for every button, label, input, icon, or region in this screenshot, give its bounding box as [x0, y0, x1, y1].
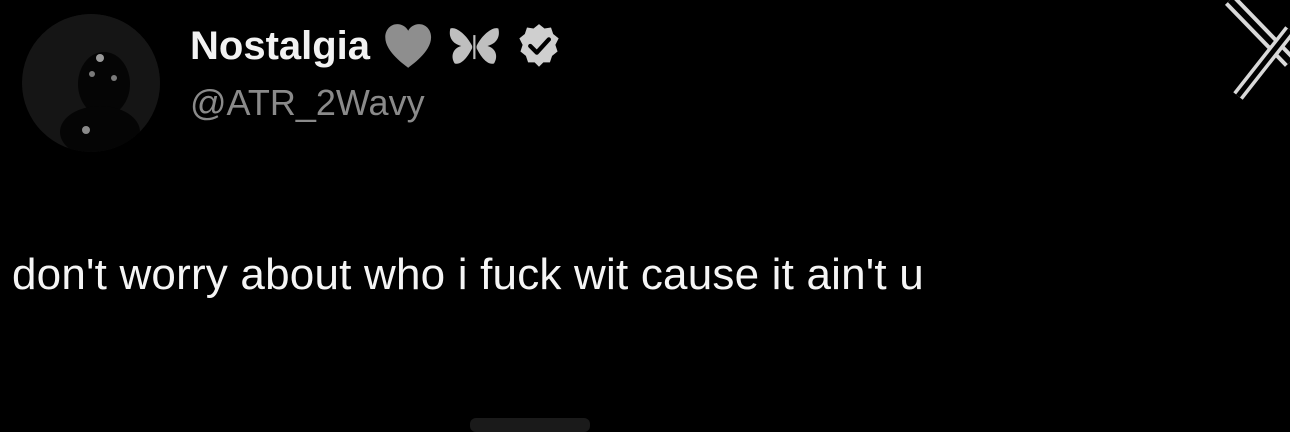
- x-logo-icon: [1210, 0, 1290, 110]
- grey-heart-icon: [382, 22, 434, 70]
- verified-badge-icon: [515, 22, 563, 70]
- display-name[interactable]: Nostalgia: [190, 24, 370, 69]
- user-handle[interactable]: @ATR_2Wavy: [190, 82, 425, 124]
- name-row: Nostalgia: [190, 18, 563, 74]
- tweet-text: don't worry about who i fuck wit cause i…: [12, 250, 924, 299]
- profile-photo-icon: [22, 14, 160, 152]
- butterfly-icon: [446, 22, 503, 70]
- cropped-timestamp: [470, 418, 590, 432]
- avatar[interactable]: [22, 14, 160, 152]
